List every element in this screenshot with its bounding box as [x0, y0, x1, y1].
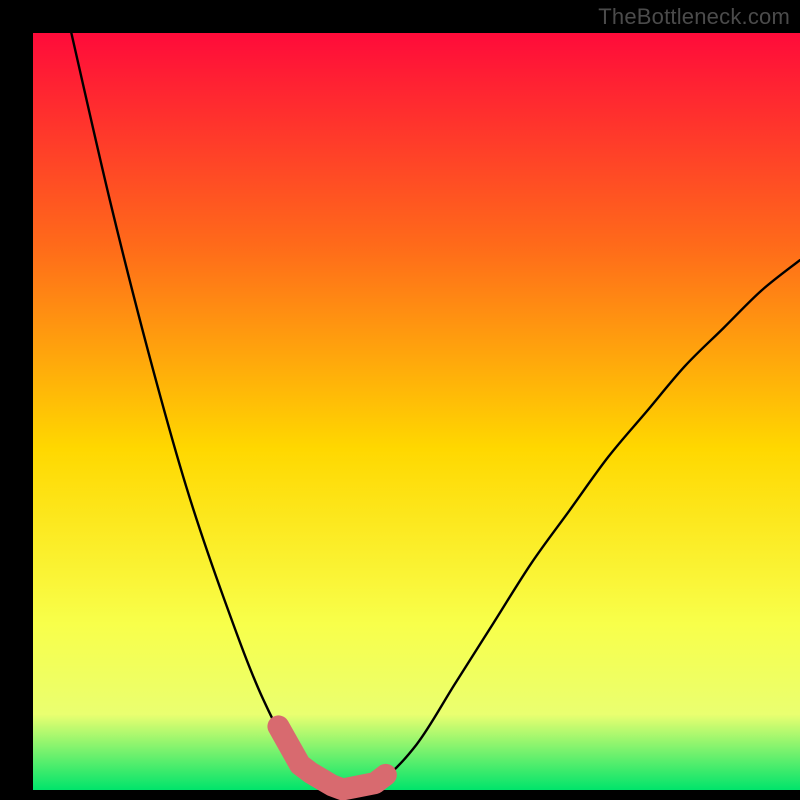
watermark-text: TheBottleneck.com [598, 4, 790, 30]
chart-frame: TheBottleneck.com [0, 0, 800, 800]
gradient-background [33, 33, 800, 790]
bottleneck-chart [0, 0, 800, 800]
